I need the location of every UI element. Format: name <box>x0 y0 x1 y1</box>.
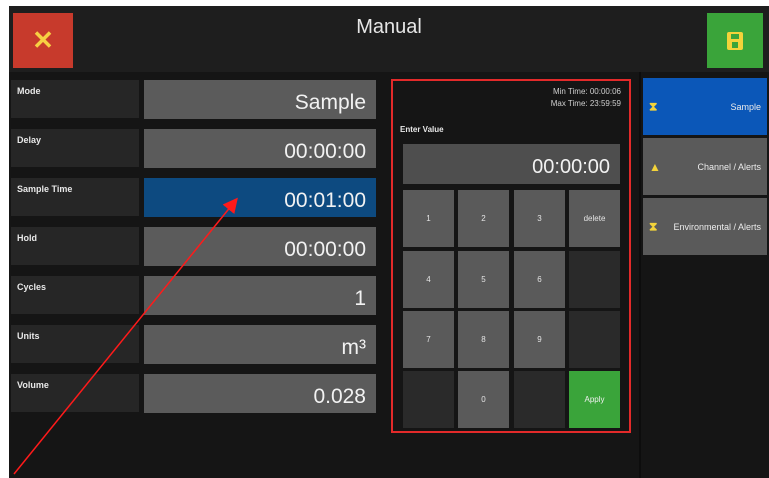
apply-button[interactable]: Apply <box>569 371 620 428</box>
field-value-hold[interactable]: 00:00:00 <box>144 227 376 266</box>
key-3[interactable]: 3 <box>514 190 565 247</box>
top-bar: ✕ Manual <box>9 6 769 72</box>
field-value-cycles[interactable]: 1 <box>144 276 376 315</box>
device-screen: ✕ Manual Mode Sample Delay 00:00:00 Samp… <box>9 6 769 478</box>
key-9[interactable]: 9 <box>514 311 565 368</box>
tab-label: Sample <box>730 101 761 112</box>
sidebar-divider <box>639 72 641 478</box>
tab-environmental-alerts[interactable]: ⧗ Environmental / Alerts <box>643 198 767 255</box>
close-button[interactable]: ✕ <box>13 13 73 68</box>
key-5[interactable]: 5 <box>458 251 509 308</box>
blank-key <box>569 311 620 368</box>
field-label-cycles: Cycles <box>11 276 139 314</box>
key-6[interactable]: 6 <box>514 251 565 308</box>
enter-value-label: Enter Value <box>400 125 444 134</box>
key-0[interactable]: 0 <box>458 371 509 428</box>
key-1[interactable]: 1 <box>403 190 454 247</box>
field-label-mode: Mode <box>11 80 139 118</box>
tab-sample[interactable]: ⧗ Sample <box>643 78 767 135</box>
keypad-panel: Min Time: 00:00:06 Max Time: 23:59:59 En… <box>391 79 631 433</box>
alert-icon: ▲ <box>649 159 661 174</box>
field-value-units[interactable]: m³ <box>144 325 376 364</box>
hourglass-icon: ⧗ <box>649 99 658 113</box>
field-value-delay[interactable]: 00:00:00 <box>144 129 376 168</box>
field-label-units: Units <box>11 325 139 363</box>
max-time-label: Max Time: 23:59:59 <box>550 99 621 108</box>
keypad-display: 00:00:00 <box>403 144 620 184</box>
close-icon: ✕ <box>32 25 54 55</box>
key-7[interactable]: 7 <box>403 311 454 368</box>
tab-label: Environmental / Alerts <box>673 221 761 232</box>
blank-key <box>514 371 565 428</box>
field-label-delay: Delay <box>11 129 139 167</box>
blank-key <box>569 251 620 308</box>
min-time-label: Min Time: 00:00:06 <box>552 87 621 96</box>
field-label-sample-time: Sample Time <box>11 178 139 216</box>
delete-button[interactable]: delete <box>569 190 620 247</box>
save-icon <box>727 31 743 50</box>
key-8[interactable]: 8 <box>458 311 509 368</box>
field-label-hold: Hold <box>11 227 139 265</box>
key-4[interactable]: 4 <box>403 251 454 308</box>
field-label-volume: Volume <box>11 374 139 412</box>
tab-label: Channel / Alerts <box>697 161 761 172</box>
tab-channel-alerts[interactable]: ▲ Channel / Alerts <box>643 138 767 195</box>
save-button[interactable] <box>707 13 763 68</box>
hourglass-icon: ⧗ <box>649 219 658 233</box>
blank-key <box>403 371 454 428</box>
key-2[interactable]: 2 <box>458 190 509 247</box>
field-value-mode[interactable]: Sample <box>144 80 376 119</box>
field-value-volume[interactable]: 0.028 <box>144 374 376 413</box>
page-title: Manual <box>356 16 422 38</box>
field-value-sample-time[interactable]: 00:01:00 <box>144 178 376 217</box>
